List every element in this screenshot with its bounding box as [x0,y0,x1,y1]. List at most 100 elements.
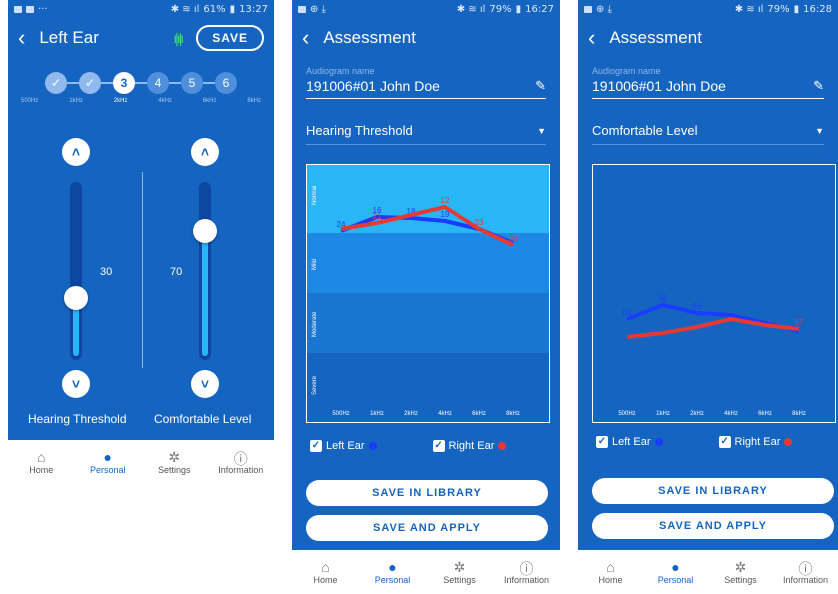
nav-settings[interactable]: ✲ Settings [426,559,493,585]
ear-toggles: ✓ Left Ear ✓ Right Ear [310,440,507,452]
step-connector [203,82,215,84]
back-arrow-icon[interactable]: ‹ [302,27,309,49]
edit-pencil-icon[interactable]: ✎ [813,78,824,94]
x-tick-label: 8kHz [506,411,520,417]
comfort-chart: 500Hz 1kHz 2kHz 4kHz 6kHz 8kHz 63 56 60 67 [592,164,836,423]
x-tick-label: 1kHz [656,411,670,417]
step-3[interactable]: 3 [113,72,135,94]
nav-label: Information [503,575,550,585]
step-5[interactable]: 5 [181,72,203,94]
freq-label: 2kHz [113,98,128,104]
right-ear-checkbox[interactable]: ✓ Right Ear [718,436,793,448]
audiogram-name-field[interactable]: 191006#01 John Doe ✎ [306,78,546,99]
comfort-down-button[interactable]: ˅ [191,370,219,398]
nav-personal[interactable]: ● Personal [643,559,708,585]
back-arrow-icon[interactable]: ‹ [18,27,25,49]
level-dropdown[interactable]: Comfortable Level ▼ [592,123,824,145]
home-icon: ⌂ [37,449,46,465]
checkbox-checked-icon: ✓ [596,436,608,448]
left-ear-checkbox[interactable]: ✓ Left Ear [596,436,663,448]
zone-moderate [307,293,549,353]
threshold-value: 30 [100,266,113,278]
chevron-down-icon: ▼ [537,125,546,136]
save-button[interactable]: SAVE [196,25,264,51]
audiogram-name-field[interactable]: 191006#01 John Doe ✎ [592,78,824,99]
series-line [626,317,800,339]
save-and-apply-button[interactable]: SAVE AND APPLY [306,515,548,541]
save-in-library-button[interactable]: SAVE IN LIBRARY [592,478,834,504]
step-4[interactable]: 4 [147,72,169,94]
right-ear-color-dot [784,438,793,446]
nav-personal[interactable]: ● Personal [75,449,142,475]
nav-information[interactable]: ⓘ Information [773,559,838,585]
zone-label: Moderate [312,311,318,337]
x-tick-label: 2kHz [404,411,418,417]
nav-personal[interactable]: ● Personal [359,559,426,585]
person-icon: ● [671,559,680,575]
nav-settings[interactable]: ✲ Settings [141,449,208,475]
save-in-library-button[interactable]: SAVE IN LIBRARY [306,480,548,506]
battery-icon: ▮ [515,3,522,15]
bottom-nav: ⌂ Home ● Personal ✲ Settings ⓘ Information [292,550,560,594]
battery-icon: ▮ [229,3,236,15]
step-1-check-icon[interactable]: ✓ [45,72,67,94]
nav-information[interactable]: ⓘ Information [208,449,275,475]
home-icon: ⌂ [606,559,615,575]
left-ear-checkbox[interactable]: ✓ Left Ear [310,440,377,452]
data-label: 60 [693,302,702,311]
nav-label: Personal [89,465,126,475]
freq-label: 8kHz [247,98,261,104]
threshold-up-button[interactable]: ˄ [62,138,90,166]
clock: 16:27 [525,3,554,15]
x-tick-label: 6kHz [758,411,772,417]
data-label: 56 [659,294,668,303]
image-icon [584,5,592,13]
checkbox-checked-icon: ✓ [310,440,322,452]
x-tick-label: 8kHz [792,411,806,417]
comfort-svg: 500Hz 1kHz 2kHz 4kHz 6kHz 8kHz 63 56 60 67 [618,294,806,417]
gear-icon: ✲ [734,559,747,575]
nav-label: Settings [443,575,476,585]
edit-pencil-icon[interactable]: ✎ [535,78,546,94]
step-connector [135,82,147,84]
data-label: 30 [509,234,518,243]
bottom-nav: ⌂ Home ● Personal ✲ Settings ⓘ Information [578,550,838,594]
step-6[interactable]: 6 [215,72,237,94]
home-icon: ⌂ [321,559,330,575]
frequency-stepper: ✓ ✓ 3 4 5 6 [8,72,274,94]
back-arrow-icon[interactable]: ‹ [588,27,595,49]
threshold-down-button[interactable]: ˅ [62,370,90,398]
save-and-apply-button[interactable]: SAVE AND APPLY [592,513,834,539]
checkbox-checked-icon: ✓ [432,440,445,452]
nav-label: Settings [157,465,191,475]
comfort-value: 70 [170,266,183,278]
zone-label: Mild [312,259,318,270]
level-dropdown[interactable]: Hearing Threshold ▼ [306,123,546,145]
x-tick-label: 500Hz [618,411,635,417]
freq-label: 500Hz [21,98,39,104]
audiogram-name-label: Audiogram name [592,66,661,76]
audiogram-svg: Normal Mild Moderate Severe 500Hz 1kHz 2kH… [307,165,549,422]
nav-home[interactable]: ⌂ Home [578,559,643,585]
nav-information[interactable]: ⓘ Information [493,559,560,585]
nav-settings[interactable]: ✲ Settings [708,559,773,585]
audio-waveform-icon: ı|ı|ı [173,30,184,46]
nav-home[interactable]: ⌂ Home [292,559,359,585]
step-2-check-icon[interactable]: ✓ [79,72,101,94]
gear-icon: ✲ [168,449,181,465]
download-icon: ⊕ ⤓ [310,3,326,15]
bottom-nav: ⌂ Home ● Personal ✲ Settings ⓘ Information [8,440,274,484]
data-label: 12 [441,196,450,205]
x-tick-label: 4kHz [724,411,738,417]
x-tick-label: 4kHz [438,411,452,417]
threshold-slider-thumb[interactable] [64,286,88,310]
nav-home[interactable]: ⌂ Home [8,449,75,475]
comfort-slider-thumb[interactable] [193,219,217,243]
audiogram-name-label: Audiogram name [306,66,375,76]
clock: 13:27 [239,3,268,15]
threshold-label: Hearing Threshold [28,412,127,426]
right-ear-checkbox[interactable]: ✓ Right Ear [432,440,507,452]
data-label: 67 [795,318,804,327]
comfort-up-button[interactable]: ˄ [191,138,219,166]
page-title: Assessment [323,28,416,47]
